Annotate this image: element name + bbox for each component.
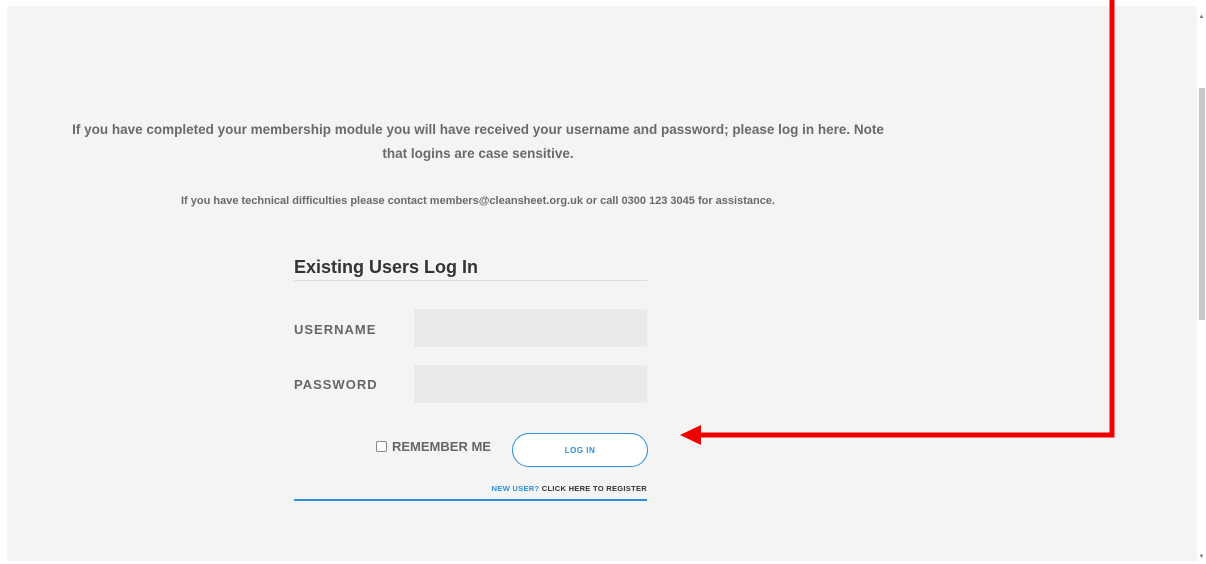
login-button[interactable]: LOG IN: [512, 433, 648, 467]
register-row: NEW USER? CLICK HERE TO REGISTER: [294, 483, 647, 501]
login-form-title: Existing Users Log In: [294, 254, 647, 281]
vertical-scrollbar[interactable]: ▲ ▼: [1197, 0, 1206, 564]
new-user-label: NEW USER?: [491, 484, 540, 493]
triangle-up-icon[interactable]: ▲: [1197, 12, 1206, 22]
username-input[interactable]: [414, 309, 647, 347]
login-form: Existing Users Log In USERNAME PASSWORD …: [294, 254, 648, 501]
support-text: If you have technical difficulties pleas…: [181, 195, 775, 207]
page-content: If you have completed your membership mo…: [7, 6, 1197, 561]
username-label: USERNAME: [294, 322, 377, 337]
remember-me-checkbox[interactable]: REMEMBER ME: [376, 438, 491, 454]
checkbox-icon[interactable]: [376, 440, 387, 452]
remember-me-label: REMEMBER ME: [392, 438, 491, 454]
intro-text: If you have completed your membership mo…: [72, 121, 884, 161]
scrollbar-thumb[interactable]: [1199, 88, 1205, 320]
password-label: PASSWORD: [294, 377, 378, 392]
password-input[interactable]: [414, 365, 647, 403]
register-link[interactable]: CLICK HERE TO REGISTER: [542, 484, 647, 493]
triangle-down-icon[interactable]: ▼: [1197, 552, 1206, 562]
